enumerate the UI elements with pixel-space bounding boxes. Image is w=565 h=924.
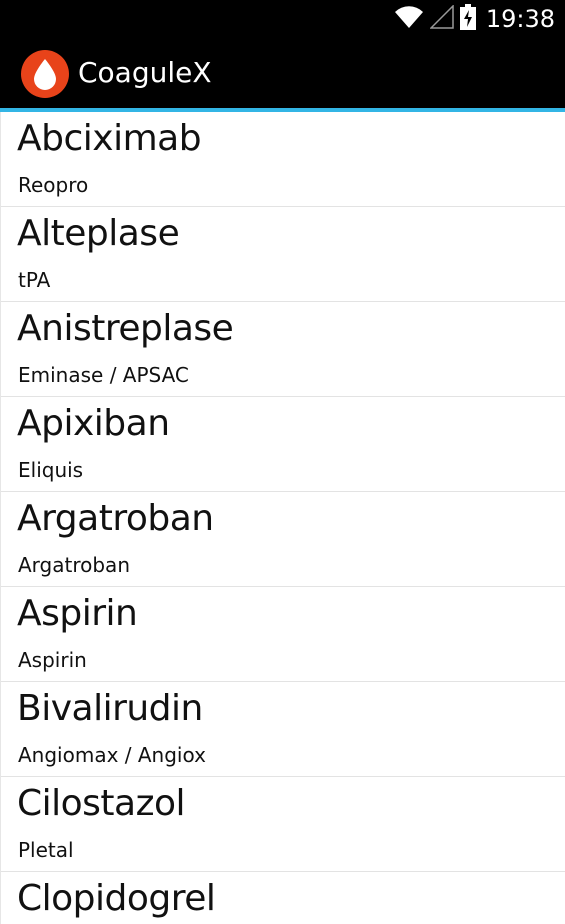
list-item[interactable]: Apixiban Eliquis: [1, 397, 565, 492]
drug-name: Clopidogrel: [17, 878, 216, 919]
signal-icon: [429, 4, 454, 33]
drug-brand-name: Angiomax / Angiox: [18, 743, 206, 767]
list-item[interactable]: Aspirin Aspirin: [1, 587, 565, 682]
status-time: 19:38: [485, 5, 555, 33]
status-bar: 19:38: [0, 0, 565, 38]
drug-brand-name: Eminase / APSAC: [18, 363, 189, 387]
drug-name: Aspirin: [17, 593, 138, 634]
drug-name: Anistreplase: [17, 308, 234, 349]
blood-drop-icon[interactable]: [21, 50, 69, 98]
list-item[interactable]: Anistreplase Eminase / APSAC: [1, 302, 565, 397]
app-title: CoaguleX: [78, 56, 212, 89]
drug-list[interactable]: Abciximab Reopro Alteplase tPA Anistreplase E…: [0, 112, 565, 924]
drug-name: Alteplase: [17, 213, 180, 254]
list-item[interactable]: Argatroban Argatroban: [1, 492, 565, 587]
drug-brand-name: Pletal: [18, 838, 74, 862]
drug-name: Apixiban: [17, 403, 170, 444]
list-item[interactable]: Alteplase tPA: [1, 207, 565, 302]
wifi-icon: [394, 5, 424, 33]
list-item[interactable]: Bivalirudin Angiomax / Angiox: [1, 682, 565, 777]
drug-brand-name: tPA: [18, 268, 51, 292]
drug-brand-name: Aspirin: [18, 648, 87, 672]
battery-charging-icon: [459, 4, 476, 34]
drug-name: Argatroban: [17, 498, 214, 539]
drug-brand-name: Reopro: [18, 173, 89, 197]
drug-brand-name: Eliquis: [18, 458, 84, 482]
drug-name: Bivalirudin: [17, 688, 203, 729]
status-indicators: 19:38: [394, 0, 555, 38]
drug-name: Abciximab: [17, 118, 202, 159]
list-item[interactable]: Abciximab Reopro: [1, 112, 565, 207]
drug-name: Cilostazol: [17, 783, 186, 824]
list-item[interactable]: Cilostazol Pletal: [1, 777, 565, 872]
action-bar: CoaguleX: [0, 38, 565, 112]
drug-brand-name: Argatroban: [18, 553, 130, 577]
list-item[interactable]: Clopidogrel: [1, 872, 565, 924]
